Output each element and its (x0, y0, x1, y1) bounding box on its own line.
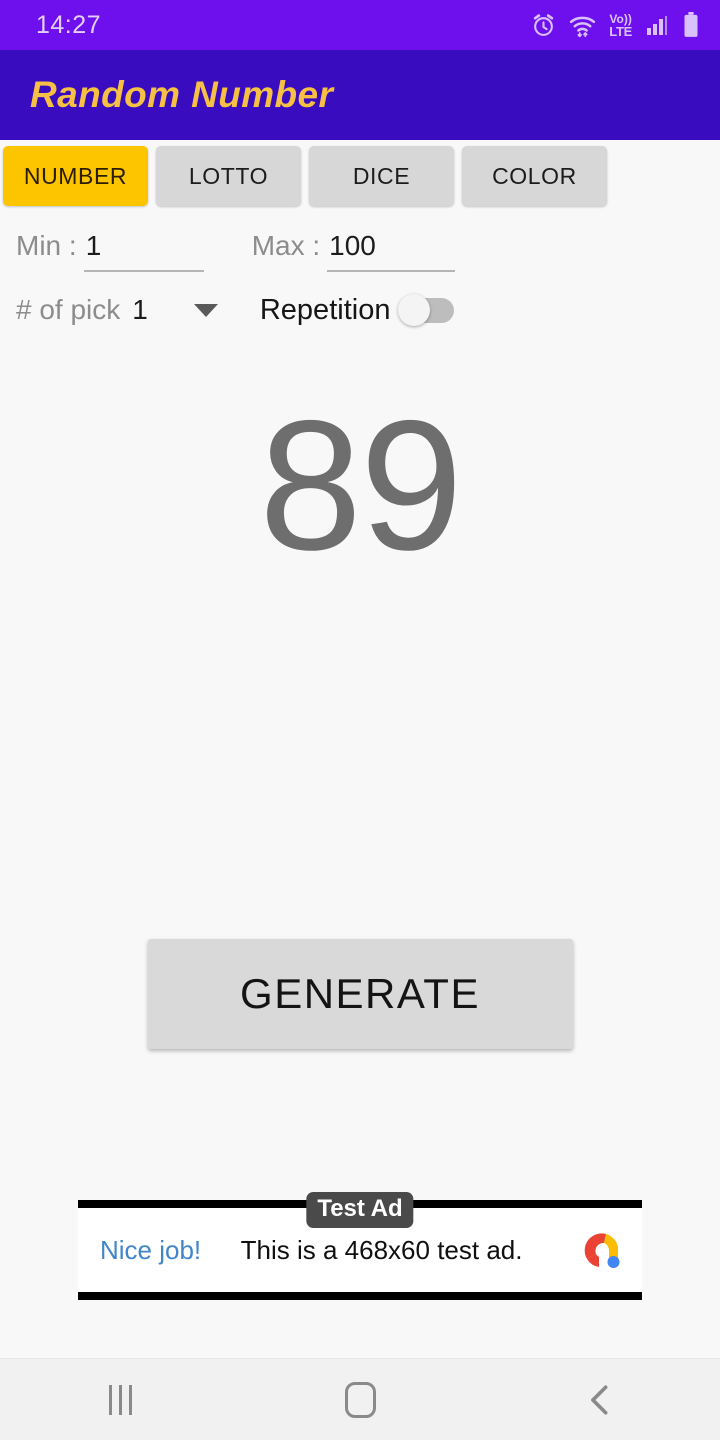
max-input[interactable] (327, 230, 456, 272)
generate-wrap: GENERATE (0, 939, 720, 1049)
pick-row: # of pick 1 Repetition (0, 272, 720, 334)
status-time: 14:27 (36, 10, 102, 39)
tab-dice[interactable]: DICE (309, 146, 454, 206)
tab-bar: NUMBER LOTTO DICE COLOR (0, 140, 720, 212)
volte-bottom-label: LTE (609, 23, 632, 39)
generate-button[interactable]: GENERATE (147, 939, 573, 1049)
tab-color-label: COLOR (492, 162, 577, 189)
ad-body-text: This is a 468x60 test ad. (240, 1234, 523, 1265)
test-ad-badge: Test Ad (306, 1192, 414, 1228)
alarm-icon (531, 13, 556, 38)
volte-icon: Vo)) LTE (609, 13, 632, 38)
battery-icon (682, 12, 700, 38)
app-title: Random Number (30, 74, 334, 115)
tab-number[interactable]: NUMBER (3, 146, 148, 206)
ad-cta-link[interactable]: Nice job! (100, 1235, 201, 1266)
status-bar: 14:27 Vo)) LTE (0, 0, 720, 50)
google-ads-logo-icon (574, 1225, 624, 1275)
phone-screen: 14:27 Vo)) LTE Random Number NUMBER LOTT… (0, 0, 720, 1440)
min-label: Min : (16, 230, 77, 261)
back-icon[interactable] (480, 1383, 720, 1417)
tab-lotto-label: LOTTO (188, 162, 269, 189)
wifi-icon (569, 13, 596, 38)
tab-number-label: NUMBER (23, 162, 128, 189)
volte-top-label: Vo)) (609, 11, 632, 26)
tab-lotto[interactable]: LOTTO (156, 146, 301, 206)
pick-label: # of pick (16, 294, 121, 325)
chevron-down-icon[interactable] (193, 303, 218, 317)
app-bar: Random Number (0, 50, 720, 140)
ad-container[interactable]: Test Ad Nice job! This is a 468x60 test … (78, 1192, 642, 1300)
min-input[interactable] (83, 230, 204, 272)
repetition-label: Repetition (259, 293, 391, 326)
tab-color[interactable]: COLOR (462, 146, 607, 206)
repetition-toggle[interactable] (398, 294, 455, 326)
max-field-group: Max : (251, 230, 456, 272)
result-number: 89 (259, 383, 463, 589)
range-row: Min : Max : (0, 212, 720, 272)
recents-icon[interactable] (0, 1384, 240, 1415)
result-area: 89 GENERATE (0, 334, 720, 1200)
status-icons: Vo)) LTE (531, 12, 700, 38)
pick-value[interactable]: 1 (132, 294, 148, 326)
signal-icon (645, 13, 669, 37)
home-icon[interactable] (240, 1381, 480, 1418)
tab-dice-label: DICE (352, 162, 411, 189)
max-label: Max : (251, 230, 321, 261)
min-field-group: Min : (16, 230, 204, 272)
system-nav-bar (0, 1358, 720, 1440)
